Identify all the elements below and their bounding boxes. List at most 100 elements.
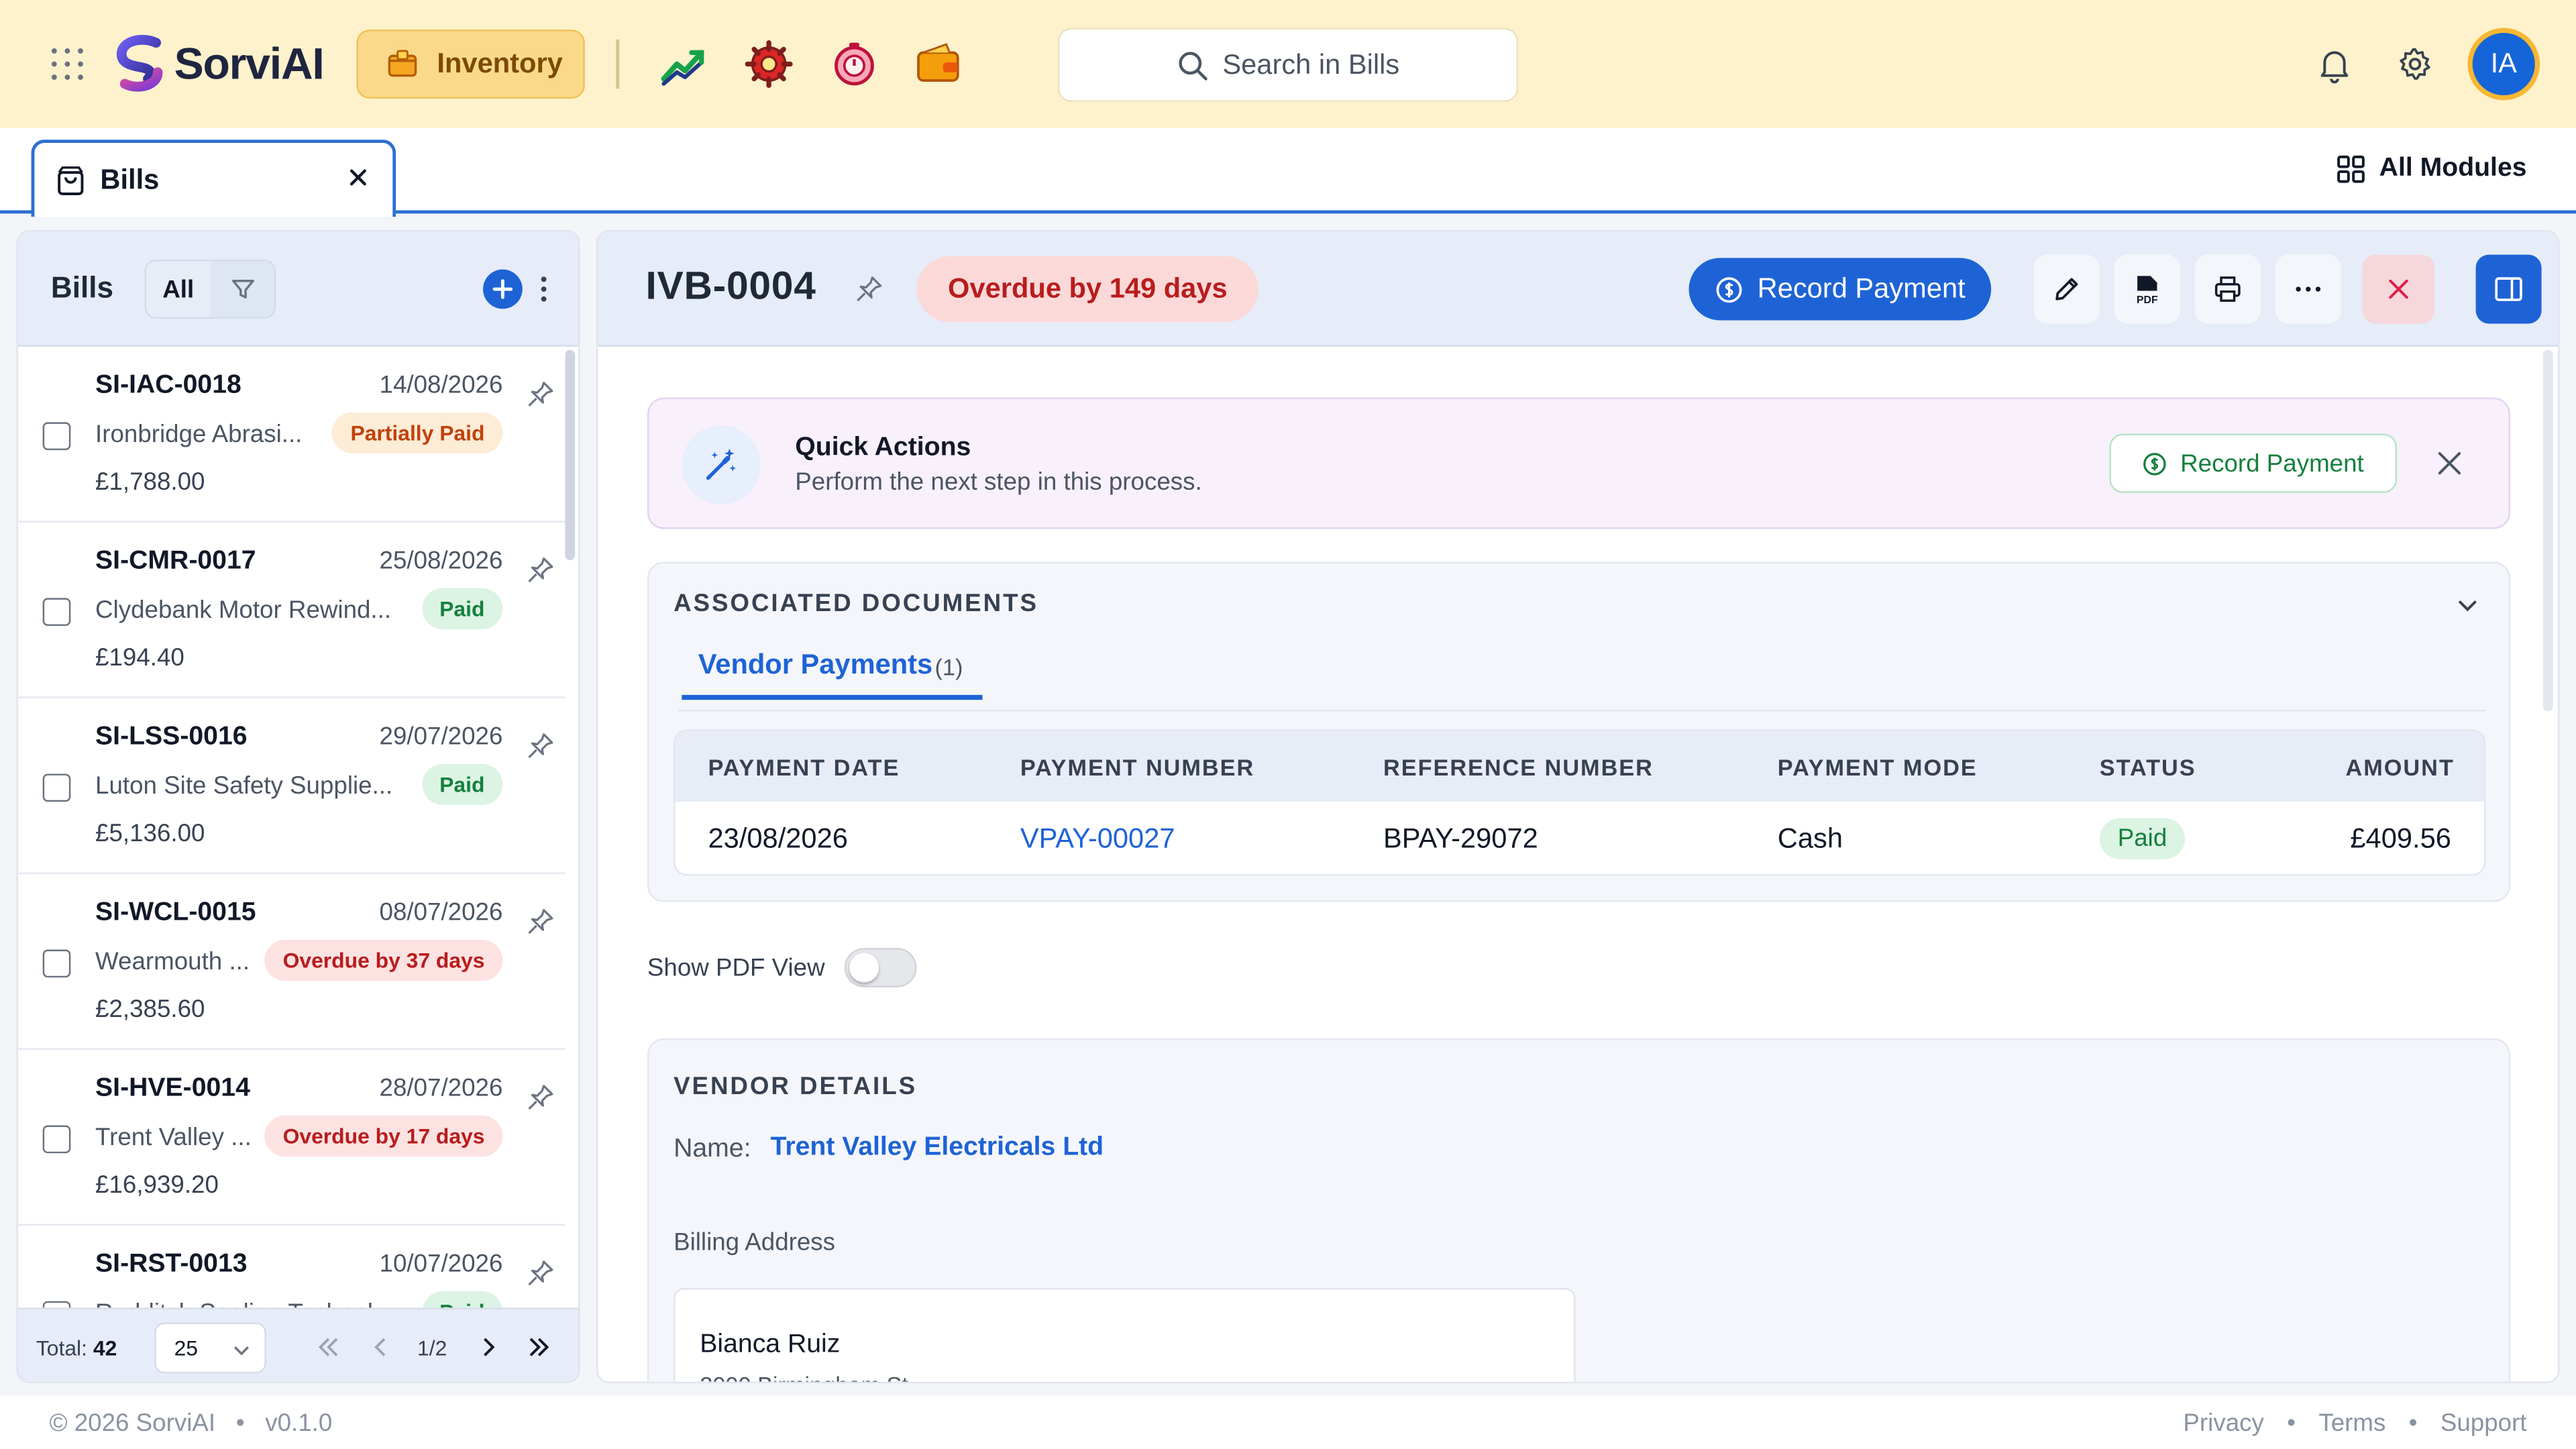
pin-icon[interactable] <box>854 274 883 304</box>
separator: • <box>222 1409 258 1438</box>
search-input[interactable]: Search in Bills <box>1058 28 1518 102</box>
pin-icon[interactable] <box>526 907 555 936</box>
toggle-sidebar-button[interactable] <box>2475 254 2542 324</box>
row-checkbox[interactable] <box>42 773 71 802</box>
row-checkbox[interactable] <box>42 1125 71 1154</box>
next-page-icon[interactable] <box>473 1332 502 1362</box>
tab-count: (1) <box>934 653 963 680</box>
terms-link[interactable]: Terms <box>2318 1409 2385 1438</box>
pin-icon[interactable] <box>526 731 555 761</box>
search-icon <box>1179 51 1208 80</box>
pdf-view-toggle[interactable] <box>844 948 917 987</box>
close-icon <box>2389 279 2408 299</box>
list-item[interactable]: SI-HVE-0014 28/07/2026 Trent Valley ... … <box>17 1050 566 1226</box>
brand-name: SorviAI <box>174 38 325 89</box>
vendor-name: Ironbridge Abrasi... <box>95 420 303 449</box>
bill-amount: £1,788.00 <box>95 468 205 496</box>
app-root: SorviAI Inventory Search in Bills IA Bil… <box>0 0 2576 1449</box>
column-header: AMOUNT <box>2345 754 2455 781</box>
tab-vendor-payments[interactable]: Vendor Payments <box>698 649 932 682</box>
sales-trend-icon[interactable] <box>659 40 708 89</box>
pin-icon[interactable] <box>526 1258 555 1288</box>
total-count: Total: 42 <box>36 1336 117 1360</box>
status-badge: Overdue by 17 days <box>264 1115 503 1157</box>
prev-page-icon[interactable] <box>366 1332 396 1362</box>
privacy-link[interactable]: Privacy <box>2183 1409 2263 1438</box>
list-item[interactable]: SI-RST-0013 10/07/2026 Redditch Sealing … <box>18 1226 566 1308</box>
module-label: Inventory <box>437 48 563 79</box>
copyright: © 2026 SorviAI <box>49 1409 216 1438</box>
row-checkbox[interactable] <box>42 422 71 451</box>
list-item[interactable]: SI-LSS-0016 29/07/2026 Luton Site Safety… <box>17 698 566 874</box>
status-badge: Partially Paid <box>332 412 503 453</box>
footer-links: Privacy • Terms • Support <box>2183 1409 2526 1438</box>
bill-number: SI-IAC-0018 <box>95 371 241 400</box>
column-header: STATUS <box>2099 754 2196 781</box>
payment-number-link[interactable]: VPAY-00027 <box>1020 823 1175 856</box>
pin-icon[interactable] <box>526 555 555 585</box>
pdf-icon: PDF <box>2137 276 2158 306</box>
close-tab-icon[interactable] <box>347 166 370 189</box>
last-page-icon[interactable] <box>524 1332 553 1362</box>
vendor-name-link[interactable]: Trent Valley Electricals Ltd <box>771 1134 1104 1163</box>
list-item[interactable]: SI-CMR-0017 25/08/2026 Clydebank Motor R… <box>17 523 566 698</box>
list-item[interactable]: SI-WCL-0015 08/07/2026 Wearmouth ... Ove… <box>17 874 566 1050</box>
tab-label: Bills <box>100 163 160 195</box>
section-title: ASSOCIATED DOCUMENTS <box>674 590 1038 618</box>
shopping-bag-icon <box>58 165 84 195</box>
column-header: PAYMENT DATE <box>708 754 900 781</box>
bill-date: 28/07/2026 <box>379 1074 503 1103</box>
tab-bar: Bills All Modules <box>0 128 2576 217</box>
support-link[interactable]: Support <box>2440 1409 2527 1438</box>
pagination-bar: Total: 42 25 1/2 <box>17 1307 579 1382</box>
pin-icon[interactable] <box>526 380 555 409</box>
amount-cell: £409.56 <box>2350 822 2451 855</box>
timer-icon[interactable] <box>830 40 879 89</box>
gear-icon[interactable] <box>2396 44 2435 84</box>
row-checkbox[interactable] <box>42 1301 71 1308</box>
bill-number: SI-LSS-0016 <box>95 722 248 751</box>
record-payment-button[interactable]: Record Payment <box>1688 258 1992 321</box>
row-checkbox[interactable] <box>42 949 71 978</box>
detail-scrollbar[interactable] <box>2543 350 2553 712</box>
filter-all-button[interactable]: All <box>146 261 211 317</box>
tab-bills[interactable]: Bills <box>31 140 396 217</box>
service-gear-icon[interactable] <box>744 40 793 89</box>
pin-icon[interactable] <box>526 1083 555 1112</box>
module-switcher-button[interactable]: Inventory <box>356 30 585 99</box>
list-filter-group: All <box>144 259 276 319</box>
edit-button[interactable] <box>2033 254 2100 324</box>
list-item[interactable]: SI-IAC-0018 14/08/2026 Ironbridge Abrasi… <box>17 347 566 523</box>
bill-date: 10/07/2026 <box>379 1250 503 1279</box>
table-header: PAYMENT DATE PAYMENT NUMBER REFERENCE NU… <box>675 731 2484 802</box>
dismiss-icon[interactable] <box>2438 451 2461 475</box>
chevron-down-icon[interactable] <box>2456 593 2479 616</box>
wallet-icon[interactable] <box>914 40 963 89</box>
add-bill-button[interactable] <box>483 269 523 309</box>
page-size-value: 25 <box>174 1336 199 1360</box>
brand-logo[interactable]: SorviAI <box>112 34 325 93</box>
all-modules-button[interactable]: All Modules <box>2337 154 2527 184</box>
bell-icon[interactable] <box>2315 44 2355 84</box>
more-actions-button[interactable] <box>2275 254 2341 324</box>
print-button[interactable] <box>2194 254 2261 324</box>
list-scrollbar[interactable] <box>565 350 576 561</box>
column-header: PAYMENT MODE <box>1777 754 1978 781</box>
user-avatar[interactable]: IA <box>2467 28 2540 101</box>
pdf-button[interactable]: PDF <box>2114 254 2180 324</box>
app-grid-icon[interactable] <box>49 46 85 83</box>
billing-address-card: Bianca Ruiz 2000 Birmingham St <box>674 1288 1576 1382</box>
more-options-icon[interactable] <box>535 273 551 306</box>
all-modules-label: All Modules <box>2379 154 2527 182</box>
close-detail-button[interactable] <box>2362 254 2435 324</box>
bill-date: 14/08/2026 <box>379 371 503 400</box>
page-size-select[interactable]: 25 <box>154 1322 266 1374</box>
chevron-down-icon <box>233 1346 250 1356</box>
filter-icon[interactable] <box>210 261 274 317</box>
status-badge: Paid <box>421 763 503 806</box>
quick-record-payment-button[interactable]: Record Payment <box>2109 433 2398 493</box>
first-page-icon[interactable] <box>314 1332 343 1362</box>
row-checkbox[interactable] <box>42 598 71 627</box>
logo-mark-icon <box>116 35 163 92</box>
reference-number-cell: BPAY-29072 <box>1383 822 1538 855</box>
